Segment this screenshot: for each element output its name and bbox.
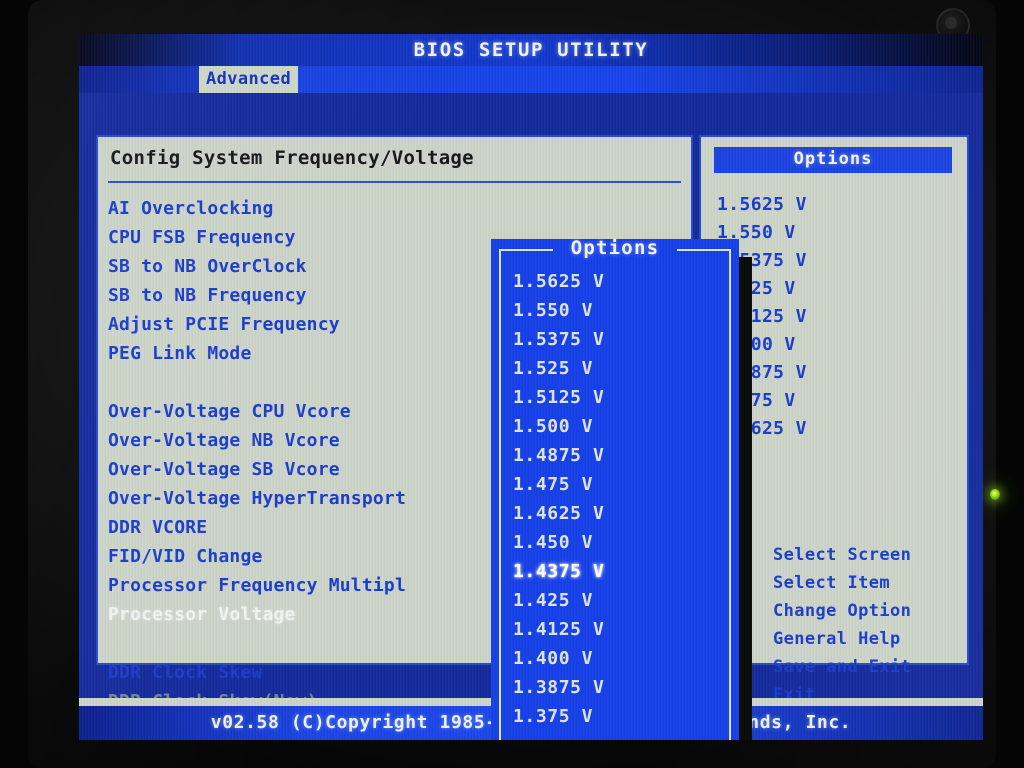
option-value-item: 1.5125 V	[717, 306, 807, 327]
option-value-item: 1.4875 V	[717, 362, 807, 383]
key-action-label: General Help	[773, 629, 901, 649]
option-value-item: 1.5375 V	[717, 250, 807, 271]
popup-option-list[interactable]: 1.5625 V 1.550 V 1.5375 V 1.525 V 1.5125 V 1.…	[513, 267, 729, 731]
popup-option-item[interactable]: 1.525 V	[513, 354, 729, 383]
key-action-label: Select Screen	[773, 545, 912, 565]
popup-option-item[interactable]: 1.4625 V	[513, 499, 729, 528]
display-screen: BIOS SETUP UTILITY Advanced Config Syste…	[79, 34, 983, 740]
popup-option-item[interactable]: 1.5375 V	[513, 325, 729, 354]
options-value-list: 1.5625 V 1.550 V 1.5375 V 1.525 V 1.5125 V 1.…	[717, 191, 957, 443]
key-legend-row: +-Change Option	[717, 597, 961, 625]
option-value-item: 1.550 V	[717, 222, 796, 243]
key-legend-list: ↔Select Screen↑↓Select Item+-Change Opti…	[717, 541, 961, 709]
monitor-photo: BIOS SETUP UTILITY Advanced Config Syste…	[0, 0, 1024, 768]
popup-option-item[interactable]: 1.5125 V	[513, 383, 729, 412]
popup-option-item[interactable]: 1.4125 V	[513, 615, 729, 644]
popup-option-item[interactable]: 1.375 V	[513, 702, 729, 731]
option-value-item: 1.500 V	[717, 334, 796, 355]
menu-tab-bar[interactable]: Advanced	[79, 66, 983, 93]
app-title: BIOS SETUP UTILITY	[413, 39, 649, 61]
option-value-item: 1.475 V	[717, 390, 796, 411]
popup-option-item[interactable]: 1.3875 V	[513, 673, 729, 702]
popup-option-item[interactable]: 1.400 V	[513, 644, 729, 673]
key-action-label: Select Item	[773, 573, 890, 593]
key-legend-row: F10Save and Exit	[717, 653, 961, 681]
popup-option-item[interactable]: 1.450 V	[513, 528, 729, 557]
popup-option-item[interactable]: 1.425 V	[513, 586, 729, 615]
popup-option-item[interactable]: 1.475 V	[513, 470, 729, 499]
key-legend-row: ↔Select Screen	[717, 541, 961, 569]
body-area: Config System Frequency/Voltage AI Overc…	[79, 93, 983, 740]
key-legend-row: ↑↓Select Item	[717, 569, 961, 597]
popup-option-item[interactable]: 1.550 V	[513, 296, 729, 325]
key-action-label: Save and Exit	[773, 657, 912, 677]
key-action-label: Change Option	[773, 601, 912, 621]
title-divider	[108, 181, 681, 183]
popup-option-item[interactable]: 1.500 V	[513, 412, 729, 441]
popup-title: Options	[570, 237, 660, 259]
option-value-item: 1.5625 V	[717, 194, 807, 215]
option-value-item: 1.4625 V	[717, 418, 807, 439]
popup-option-item[interactable]: 1.5625 V	[513, 267, 729, 296]
page-title: Config System Frequency/Voltage	[110, 147, 474, 169]
emblem-inner-ring-icon	[945, 17, 957, 29]
tab-advanced[interactable]: Advanced	[199, 66, 299, 93]
settings-menu-item[interactable]: AI Overclocking	[108, 194, 683, 223]
key-legend-row: F1General Help	[717, 625, 961, 653]
bios-setup-utility: BIOS SETUP UTILITY Advanced Config Syste…	[79, 34, 983, 740]
options-popup-dialog[interactable]: Options 1.5625 V 1.550 V 1.5375 V 1.525 V 1.…	[491, 237, 739, 740]
title-bar: BIOS SETUP UTILITY	[79, 34, 983, 66]
popup-option-item[interactable]: 1.4875 V	[513, 441, 729, 470]
popup-option-selected[interactable]: 1.4375 V	[513, 557, 729, 586]
options-panel-header: Options	[714, 147, 952, 173]
power-led-indicator	[990, 489, 1000, 500]
option-value-item: 1.525 V	[717, 278, 796, 299]
